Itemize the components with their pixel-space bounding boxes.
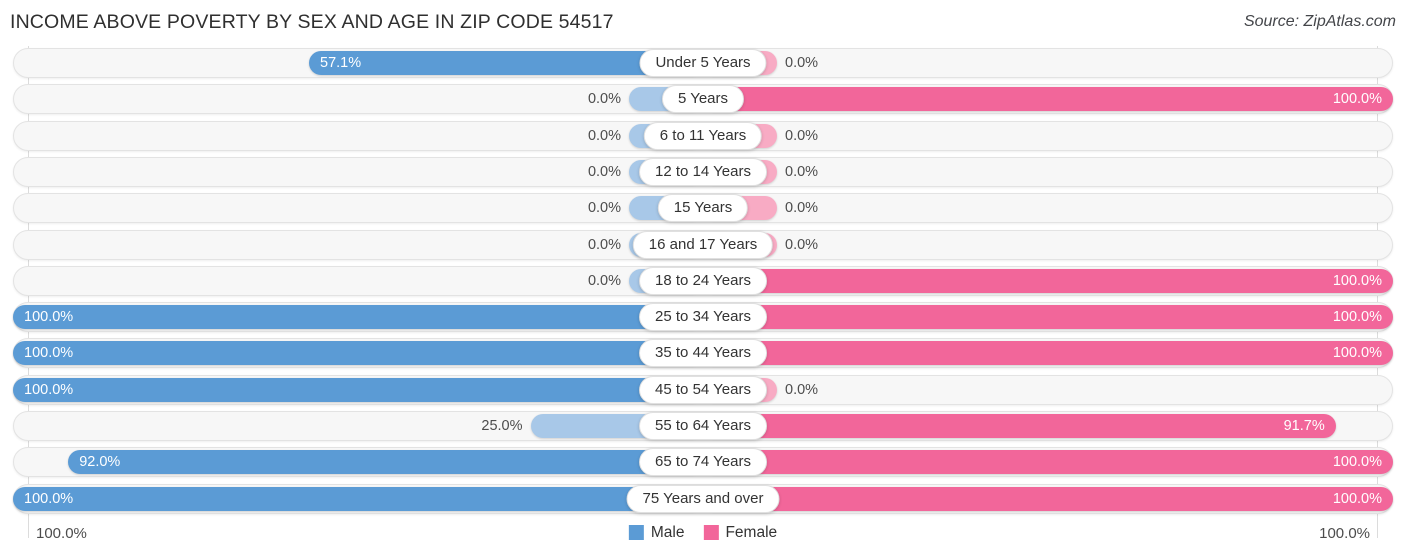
row-label: 55 to 64 Years: [639, 412, 767, 440]
table-row: 100.0% 100.0% 25 to 34 Years: [13, 302, 1393, 333]
table-row: 0.0% 100.0% 5 Years: [13, 84, 1393, 115]
bar-value-male: 100.0%: [24, 345, 74, 362]
table-row: 25.0% 91.7% 55 to 64 Years: [13, 411, 1393, 441]
bar-value-female: 100.0%: [1332, 490, 1382, 507]
row-label: 75 Years and over: [626, 484, 780, 513]
bar-value-female: 100.0%: [1332, 91, 1382, 108]
row-label: 5 Years: [661, 85, 745, 114]
legend-item-female[interactable]: Female: [703, 525, 777, 541]
bar-value-male: 0.0%: [587, 236, 621, 253]
bar-male: 100.0%: [13, 486, 703, 511]
table-row: 100.0% 0.0% 45 to 54 Years: [13, 374, 1393, 405]
table-row: 0.0% 0.0% 16 and 17 Years: [13, 229, 1393, 260]
table-row: 100.0% 100.0% 75 Years and over: [13, 483, 1393, 514]
table-row: 100.0% 100.0% 35 to 44 Years: [13, 338, 1393, 369]
chart-footer: 100.0% 100.0% Male Female: [0, 516, 1406, 559]
bar-value-female: 91.7%: [1283, 417, 1325, 434]
bar-value-male: 0.0%: [587, 272, 621, 289]
bar-value-male: 0.0%: [587, 199, 621, 216]
table-row: 0.0% 0.0% 6 to 11 Years: [13, 120, 1393, 151]
bar-female: 100.0%: [703, 268, 1393, 293]
axis-max-left: 100.0%: [36, 525, 87, 542]
bar-male: 100.0%: [13, 377, 703, 402]
bar-value-female: 0.0%: [785, 163, 819, 180]
bar-value-female: 100.0%: [1332, 454, 1382, 471]
source-attribution: Source: ZipAtlas.com: [1243, 13, 1396, 30]
legend-label: Male: [650, 524, 685, 541]
legend-label: Female: [725, 524, 778, 541]
bar-value-male: 100.0%: [24, 308, 74, 325]
bar-value-female: 0.0%: [785, 236, 819, 253]
row-label: 16 and 17 Years: [632, 230, 774, 259]
bar-value-male: 100.0%: [24, 381, 74, 398]
chart-header: INCOME ABOVE POVERTY BY SEX AND AGE IN Z…: [0, 0, 1406, 46]
bar-value-female: 0.0%: [785, 381, 819, 398]
bar-value-female: 0.0%: [785, 54, 819, 71]
bar-value-female: 100.0%: [1332, 345, 1382, 362]
bar-female: 100.0%: [703, 341, 1393, 366]
table-row: 92.0% 100.0% 65 to 74 Years: [13, 447, 1393, 478]
bar-value-male: 0.0%: [587, 163, 621, 180]
row-label: 15 Years: [657, 194, 749, 223]
row-label: 18 to 24 Years: [639, 266, 767, 295]
row-label: 65 to 74 Years: [639, 448, 767, 477]
table-row: 0.0% 0.0% 12 to 14 Years: [13, 156, 1393, 187]
row-label: 6 to 11 Years: [643, 121, 763, 150]
bar-value-female: 100.0%: [1332, 308, 1382, 325]
row-label: 12 to 14 Years: [639, 157, 767, 186]
bar-female: 91.7%: [703, 414, 1336, 438]
bar-value-male: 100.0%: [24, 490, 74, 507]
table-row: 57.1% 0.0% Under 5 Years: [13, 48, 1393, 78]
bar-male: 92.0%: [68, 450, 703, 475]
bar-value-female: 0.0%: [785, 127, 819, 144]
row-label: 45 to 54 Years: [639, 375, 767, 404]
chart-legend: Male Female: [628, 524, 777, 541]
page-title: INCOME ABOVE POVERTY BY SEX AND AGE IN Z…: [10, 11, 614, 33]
bar-female: 100.0%: [703, 305, 1393, 330]
bar-value-male: 25.0%: [481, 417, 523, 434]
legend-item-male[interactable]: Male: [628, 524, 685, 541]
row-label: 35 to 44 Years: [639, 339, 767, 368]
row-label: 25 to 34 Years: [639, 303, 767, 332]
bar-female: 100.0%: [703, 486, 1393, 511]
bar-value-male: 0.0%: [587, 127, 621, 144]
table-row: 0.0% 100.0% 18 to 24 Years: [13, 265, 1393, 296]
bar-male: 100.0%: [13, 341, 703, 366]
bar-value-male: 92.0%: [79, 454, 121, 471]
legend-swatch-icon: [628, 525, 644, 541]
bar-value-male: 57.1%: [320, 54, 362, 71]
bar-value-female: 0.0%: [785, 199, 819, 216]
row-label: Under 5 Years: [639, 49, 767, 77]
table-row: 0.0% 0.0% 15 Years: [13, 193, 1393, 224]
bar-value-female: 100.0%: [1332, 272, 1382, 289]
chart-plot-area: 57.1% 0.0% Under 5 Years 0.0% 100.0% 5 Years 0…: [0, 46, 1406, 538]
bar-male: 100.0%: [13, 305, 703, 330]
bar-female: 100.0%: [703, 87, 1393, 112]
legend-swatch-icon: [703, 525, 719, 541]
axis-max-right: 100.0%: [1319, 525, 1370, 542]
bar-female: 100.0%: [703, 450, 1393, 475]
bar-value-male: 0.0%: [587, 91, 621, 108]
